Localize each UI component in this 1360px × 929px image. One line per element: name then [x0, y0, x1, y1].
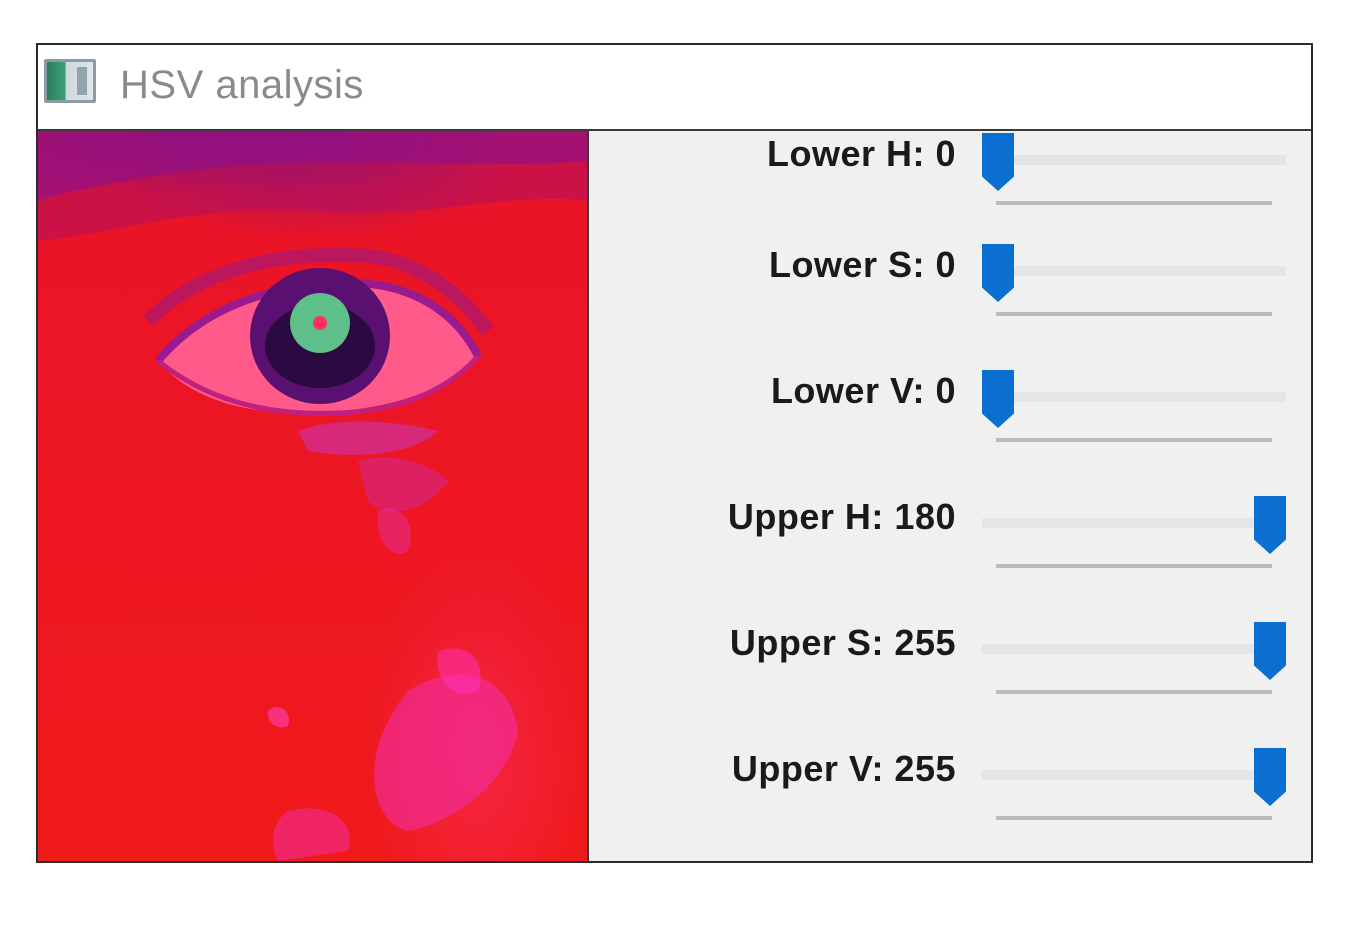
slider-tick-line-lower-v	[996, 438, 1272, 442]
slider-thumb-upper-s[interactable]	[1254, 622, 1286, 680]
slider-tick-line-lower-h	[996, 201, 1272, 205]
slider-row-lower-s: Lower S: 0	[589, 242, 1311, 322]
slider-thumb-lower-s[interactable]	[982, 244, 1014, 302]
slider-thumb-upper-v[interactable]	[1254, 748, 1286, 806]
slider-tick-line-lower-s	[996, 312, 1272, 316]
slider-tick-line-upper-s	[996, 690, 1272, 694]
slider-row-upper-s: Upper S: 255	[589, 620, 1311, 700]
slider-label-lower-h: Lower H: 0	[766, 133, 956, 174]
slider-label-lower-s: Lower S: 0	[768, 244, 956, 285]
slider-track-lower-v[interactable]	[982, 392, 1286, 402]
hsv-image-preview	[38, 131, 589, 861]
slider-row-lower-h: Lower H: 0	[589, 131, 1311, 211]
slider-thumb-upper-h[interactable]	[1254, 496, 1286, 554]
slider-label-upper-s: Upper S: 255	[729, 622, 956, 663]
slider-row-upper-v: Upper V: 255	[589, 746, 1311, 826]
slider-track-upper-s[interactable]	[982, 644, 1286, 654]
trackbar-panel: Lower H: 0 Lower S: 0 Lower V: 0 Upper H: 1…	[589, 131, 1311, 861]
app-window-icon	[44, 59, 96, 103]
slider-thumb-lower-v[interactable]	[982, 370, 1014, 428]
eye-image	[38, 131, 587, 861]
slider-label-lower-v: Lower V: 0	[770, 370, 956, 411]
window-title: HSV analysis	[120, 63, 364, 107]
slider-track-lower-s[interactable]	[982, 266, 1286, 276]
slider-track-lower-h[interactable]	[982, 155, 1286, 165]
slider-tick-line-upper-v	[996, 816, 1272, 820]
slider-thumb-lower-h[interactable]	[982, 133, 1014, 191]
slider-track-upper-v[interactable]	[982, 770, 1286, 780]
slider-label-upper-v: Upper V: 255	[731, 748, 956, 789]
slider-track-upper-h[interactable]	[982, 518, 1286, 528]
slider-row-lower-v: Lower V: 0	[589, 368, 1311, 448]
title-bar[interactable]: HSV analysis	[38, 45, 1311, 131]
slider-label-upper-h: Upper H: 180	[727, 496, 956, 537]
hsv-analysis-window: HSV analysis Lower H: 0 Lower S: 0 Lower…	[36, 43, 1313, 863]
slider-row-upper-h: Upper H: 180	[589, 494, 1311, 574]
slider-tick-line-upper-h	[996, 564, 1272, 568]
